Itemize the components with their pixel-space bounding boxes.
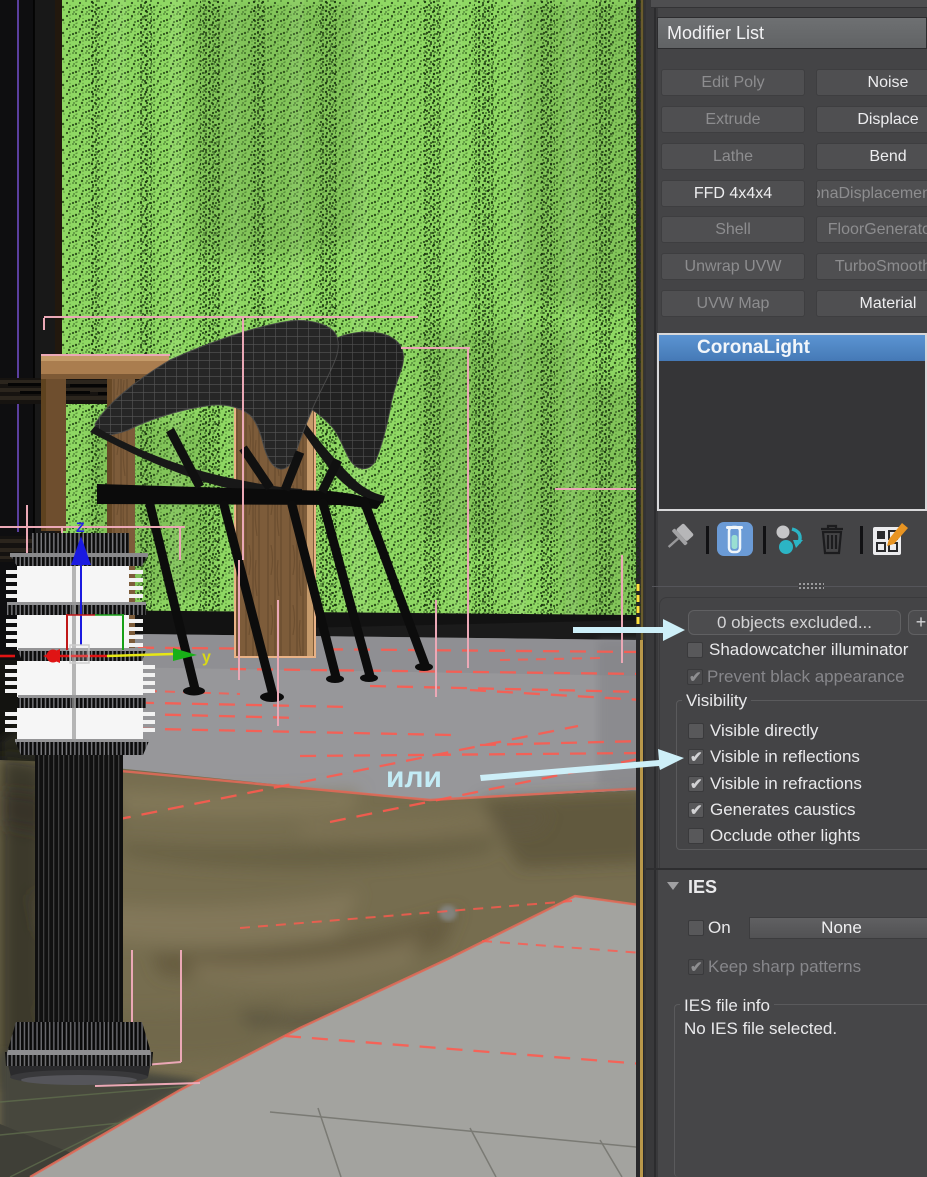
svg-text:или: или: [386, 761, 442, 794]
